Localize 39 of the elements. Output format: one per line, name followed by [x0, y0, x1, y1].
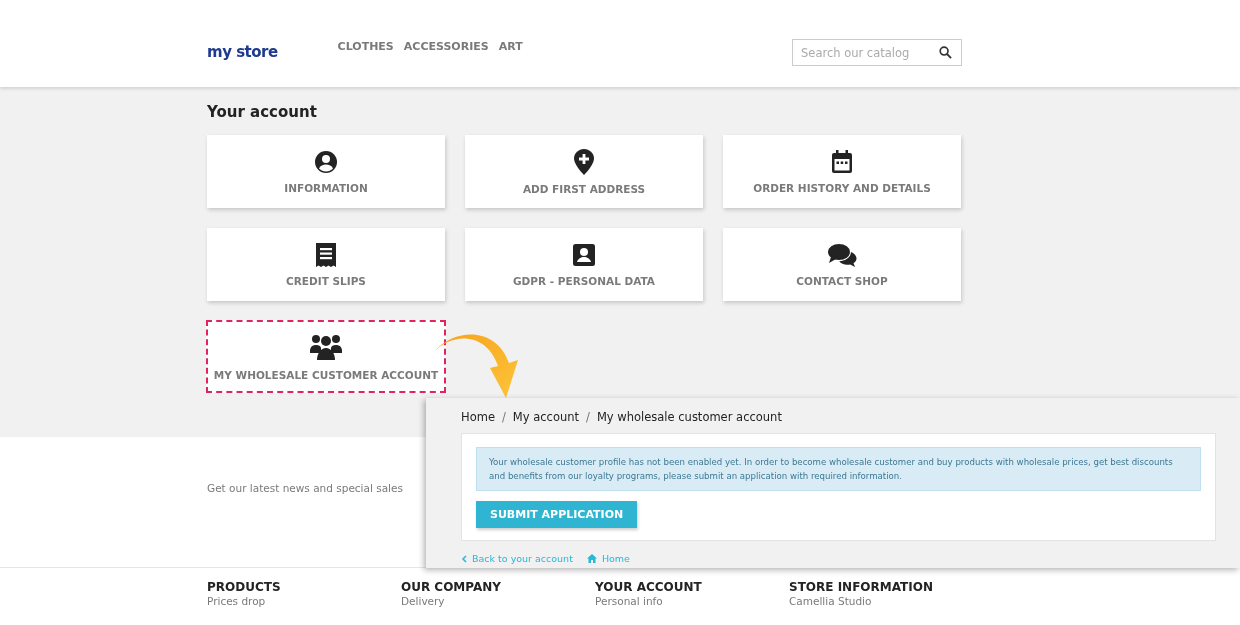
account-tile[interactable]: CREDIT SLIPS [207, 228, 445, 301]
nav-link[interactable]: ART [498, 40, 523, 53]
account-tile[interactable]: ORDER HISTORY AND DETAILS [723, 135, 961, 208]
user-icon [314, 149, 338, 174]
account-tile[interactable]: INFORMATION [207, 135, 445, 208]
users-group-icon [310, 332, 342, 361]
account-tile[interactable]: MY WHOLESALE CUSTOMER ACCOUNT [206, 320, 446, 393]
breadcrumb-separator: / [501, 410, 506, 424]
breadcrumb-link[interactable]: Home [461, 410, 495, 424]
page-title: Your account [207, 103, 318, 121]
store-logo[interactable]: my store [207, 42, 278, 61]
chat-bubbles-icon [827, 242, 857, 267]
submit-application-button[interactable]: SUBMIT APPLICATION [476, 501, 638, 528]
breadcrumb-link[interactable]: My account [512, 410, 580, 424]
footer-heading: YOUR ACCOUNT [595, 580, 702, 594]
footer-link[interactable]: Delivery [401, 595, 445, 607]
footer-heading: OUR COMPANY [401, 580, 502, 594]
search-icon[interactable] [939, 46, 952, 59]
footer-heading: PRODUCTS [207, 580, 281, 594]
chevron-left-icon [461, 554, 467, 563]
home-icon [586, 554, 597, 563]
map-pin-plus-icon [574, 148, 594, 175]
account-tile[interactable]: ADD FIRST ADDRESS [465, 135, 703, 208]
account-tile[interactable]: GDPR - PERSONAL DATA [465, 228, 703, 301]
breadcrumb-separator: / [586, 410, 590, 424]
nav-link[interactable]: CLOTHES [337, 40, 394, 53]
contact-card-icon [572, 242, 596, 267]
footer-link[interactable]: Personal info [595, 595, 663, 607]
footer-link[interactable]: Camellia Studio [789, 595, 872, 607]
calendar-icon [831, 149, 853, 174]
footer-link[interactable]: Prices drop [207, 595, 266, 607]
footer-heading: STORE INFORMATION [789, 580, 933, 594]
nav-link[interactable]: ACCESSORIES [403, 40, 489, 53]
breadcrumb-link[interactable]: My wholesale customer account [596, 410, 782, 424]
account-tile[interactable]: CONTACT SHOP [723, 228, 961, 301]
newsletter-text: Get our latest news and special sales [207, 482, 403, 494]
search-field[interactable]: Search our catalog [792, 39, 962, 66]
receipt-icon [315, 242, 337, 267]
info-alert: Your wholesale customer profile has not been enabled yet. In order to become wholesale customer and buy products with wholesale prices, get best discounts and benefits from our loyalty programs, please submit an application with required information. [476, 447, 1201, 491]
